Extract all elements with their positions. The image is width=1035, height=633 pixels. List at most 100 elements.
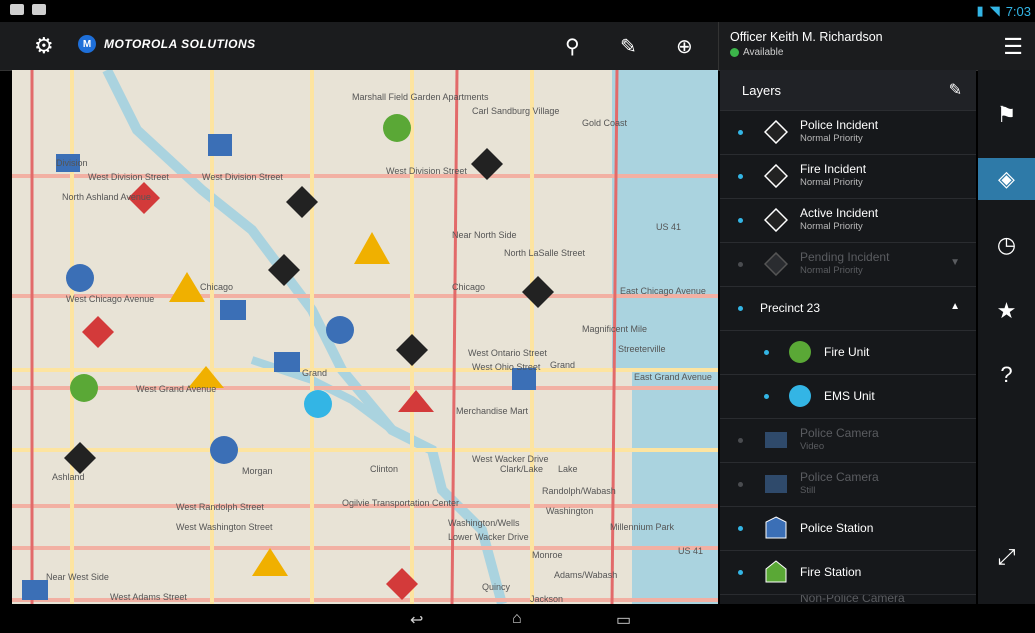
layer-fire-incident[interactable]: Fire Incident Normal Priority (720, 155, 976, 199)
layer-bullet (738, 306, 743, 311)
home-icon[interactable]: ⌂ (512, 610, 522, 628)
divider (718, 22, 719, 70)
status-bar: ▮ ◥ 7:03 (0, 0, 1035, 22)
wrench-icon[interactable]: ✎ (620, 34, 637, 59)
wifi-icon: ◥ (989, 3, 1000, 18)
layer-bullet (738, 570, 743, 575)
map-street-label: Carl Sandburg Village (472, 106, 559, 116)
crosshair-icon[interactable]: ⊕ (676, 34, 693, 59)
map-street-label: Merchandise Mart (456, 406, 529, 416)
layer-police-camera-video[interactable]: Police Camera Video (720, 419, 976, 463)
police-incident-icon (764, 120, 788, 144)
officer-status-label: Available (743, 47, 784, 58)
layer-active-incident[interactable]: Active Incident Normal Priority (720, 199, 976, 243)
fire-station-icon (765, 560, 787, 583)
layer-label: Fire Incident (800, 162, 867, 176)
map-street-label: Clinton (370, 464, 398, 474)
map-street-label: Chicago (452, 282, 485, 292)
layer-sublabel: Still (800, 485, 816, 496)
layer-ems-unit[interactable]: EMS Unit (720, 375, 976, 419)
layer-police-incident[interactable]: Police Incident Normal Priority (720, 111, 976, 155)
map-street-label: North LaSalle Street (504, 248, 586, 258)
layer-label: Fire Station (800, 565, 862, 579)
side-rail: ⚑ ◈ ◷ ★ ? ⤢ (978, 70, 1035, 604)
bookmark-icon[interactable]: ⚑ (978, 94, 1035, 136)
layer-fire-station[interactable]: Fire Station (720, 551, 976, 595)
clock-icon[interactable]: ◷ (978, 224, 1035, 266)
map-street-label: Monroe (532, 550, 563, 560)
map-street-label: East Grand Avenue (634, 372, 712, 382)
layer-bullet (738, 482, 743, 487)
search-icon[interactable]: ⚲ (565, 34, 580, 59)
help-icon[interactable]: ? (978, 354, 1035, 396)
map-street-label: Gold Coast (582, 118, 628, 128)
map-street-label: West Washington Street (176, 522, 273, 532)
map-street-label: Adams/Wabash (554, 570, 617, 580)
layer-label: Police Incident (800, 118, 879, 132)
map-street-label: West Grand Avenue (136, 384, 216, 394)
layer-pending-incident[interactable]: Pending Incident Normal Priority ▼ (720, 243, 976, 287)
map-street-label: Ogilvie Transportation Center (342, 498, 459, 508)
map-street-label: Grand (550, 360, 575, 370)
layer-label: Pending Incident (800, 250, 890, 264)
map-street-label: Washington/Wells (448, 518, 520, 528)
layer-label: Fire Unit (824, 345, 870, 359)
video-camera-icon (765, 432, 787, 448)
chevron-up-icon[interactable]: ▲ (950, 301, 960, 312)
brand: M MOTOROLA SOLUTIONS (78, 35, 256, 53)
map-street-label: US 41 (678, 546, 703, 556)
map-street-label: Magnificent Mile (582, 324, 647, 334)
layer-police-station[interactable]: Police Station (720, 507, 976, 551)
officer-status: Available (730, 47, 883, 58)
chevron-down-icon[interactable]: ▼ (950, 257, 960, 268)
menu-icon[interactable]: ☰ (1003, 34, 1023, 60)
layer-sublabel: Video (800, 441, 825, 452)
map-street-label: Division (56, 158, 88, 168)
officer-info[interactable]: Officer Keith M. Richardson Available (730, 30, 883, 58)
map-view[interactable]: Marshall Field Garden Apartments Carl San… (12, 70, 718, 604)
motorola-logo: M (78, 35, 96, 53)
map-street-label: Millennium Park (610, 522, 675, 532)
layer-label: Active Incident (800, 206, 879, 220)
layer-sublabel: Normal Priority (800, 133, 863, 144)
layer-sublabel: Normal Priority (800, 265, 863, 276)
ems-unit-icon (789, 385, 811, 407)
map-street-label: Randolph/Wabash (542, 486, 616, 496)
layer-police-camera-still[interactable]: Police Camera Still (720, 463, 976, 507)
map-street-label: Chicago (200, 282, 233, 292)
map-street-label: Morgan (242, 466, 273, 476)
star-icon[interactable]: ★ (978, 290, 1035, 332)
map-street-label: West Division Street (386, 166, 467, 176)
layers-header: Layers ✎ (720, 70, 976, 111)
layer-label: Police Camera (800, 426, 879, 440)
edit-icon[interactable]: ✎ (949, 80, 962, 100)
officer-name: Officer Keith M. Richardson (730, 30, 883, 44)
still-camera-icon (765, 475, 787, 493)
pending-incident-icon (764, 252, 788, 276)
layer-bullet (764, 350, 769, 355)
clock: 7:03 (1005, 3, 1031, 19)
gear-icon[interactable]: ⚙ (34, 33, 54, 59)
map-street-label: West Adams Street (110, 592, 187, 602)
map-street-label: US 41 (656, 222, 681, 232)
layer-bullet (738, 526, 743, 531)
map-street-label: West Ontario Street (468, 348, 547, 358)
map-street-label: Quincy (482, 582, 511, 592)
brand-name: MOTOROLA SOLUTIONS (104, 37, 256, 51)
layer-sublabel: Normal Priority (800, 177, 863, 188)
map-street-label: Jackson (530, 594, 563, 604)
layer-label: Precinct 23 (760, 301, 821, 315)
recents-icon[interactable]: ▭ (616, 610, 631, 630)
map-street-label: Streeterville (618, 344, 666, 354)
fullscreen-icon[interactable]: ⤢ (978, 536, 1035, 578)
layer-bullet (738, 438, 743, 443)
layer-fire-unit[interactable]: Fire Unit (720, 331, 976, 375)
layer-label: EMS Unit (824, 389, 875, 403)
layer-precinct-23[interactable]: Precinct 23 ▲ (720, 287, 976, 331)
layers-title: Layers (742, 82, 782, 98)
map-street-label: West Division Street (88, 172, 169, 182)
back-icon[interactable]: ↩ (410, 610, 423, 630)
layers-icon[interactable]: ◈ (978, 158, 1035, 200)
map-street-label: Marshall Field Garden Apartments (352, 92, 489, 102)
map-canvas[interactable]: Marshall Field Garden Apartments Carl San… (12, 70, 718, 604)
